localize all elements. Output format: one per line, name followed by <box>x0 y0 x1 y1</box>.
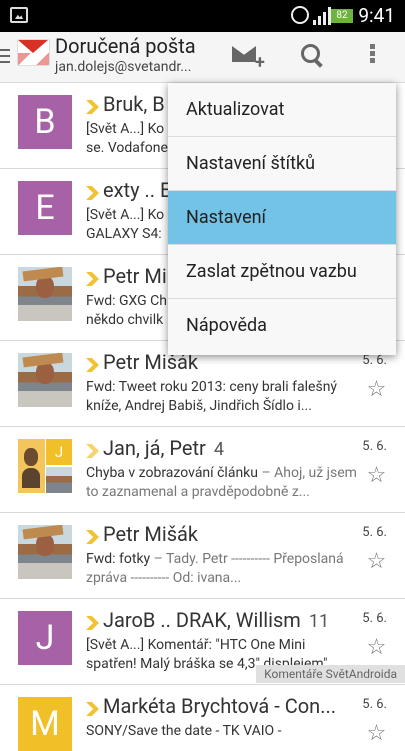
important-marker-icon <box>86 186 99 200</box>
overflow-menu-icon[interactable] <box>370 42 376 68</box>
email-sender: Jan, já, Petr 4 <box>103 436 224 460</box>
search-icon[interactable] <box>299 42 323 66</box>
email-date: 5. 6. <box>362 611 387 626</box>
important-marker-icon <box>86 358 99 372</box>
avatar <box>18 267 72 321</box>
avatar: J <box>18 439 72 493</box>
mailbox-title[interactable]: Doručená pošta <box>55 34 196 59</box>
email-sender: Petr Mi <box>103 264 167 288</box>
image-notification-icon <box>10 7 28 23</box>
important-marker-icon <box>86 444 99 458</box>
important-marker-icon <box>86 100 99 114</box>
label-chip: Komentáře SvětAndroida <box>256 665 405 683</box>
star-icon[interactable]: ☆ <box>366 637 387 659</box>
email-date: 5. 6. <box>362 697 387 712</box>
battery-icon: 82 <box>331 9 353 23</box>
star-icon[interactable]: ☆ <box>366 723 387 745</box>
navigation-menu-icon[interactable] <box>0 45 10 69</box>
menu-item-feedback[interactable]: Zaslat zpětnou vazbu <box>168 245 396 299</box>
avatar: M <box>18 697 72 751</box>
menu-item-help[interactable]: Nápověda <box>168 299 396 353</box>
email-sender: Petr Mišák <box>103 522 199 546</box>
important-marker-icon <box>86 702 99 716</box>
avatar <box>18 353 72 407</box>
avatar-photo <box>18 439 45 493</box>
star-icon[interactable]: ☆ <box>366 379 387 401</box>
email-row[interactable]: J Jan, já, Petr 4 5. 6. Chyba v zobrazová… <box>0 427 405 513</box>
mini-avatar: J <box>46 439 72 465</box>
email-date: 5. 6. <box>362 353 387 368</box>
email-date: 5. 6. <box>362 439 387 454</box>
email-row[interactable]: J JaroB .. DRAK, Willism 11 5. 6. [Svět A… <box>0 599 405 685</box>
email-row[interactable]: M Markéta Brychtová - Con... 5. 6. SONY/… <box>0 685 405 751</box>
gmail-action-bar: Doručená pošta jan.dolejs@svetandr... <box>0 32 405 83</box>
avatar <box>18 525 72 579</box>
email-date: 5. 6. <box>362 525 387 540</box>
important-marker-icon <box>86 616 99 630</box>
important-marker-icon <box>86 272 99 286</box>
status-bar: 82 9:41 <box>0 0 405 32</box>
menu-item-settings[interactable]: Nastavení <box>168 191 396 245</box>
email-row[interactable]: Petr Mišák 5. 6. Fwd: fotky – Tady. Petr… <box>0 513 405 599</box>
star-icon[interactable]: ☆ <box>366 465 387 487</box>
avatar: B <box>18 95 72 149</box>
important-marker-icon <box>86 530 99 544</box>
email-sender: Bruk, B <box>103 92 165 116</box>
email-snippet: Fwd: fotky – Tady. Petr ---------- Přepo… <box>86 551 344 586</box>
email-snippet: Chyba v zobrazování článku – Ahoj, už js… <box>86 465 357 500</box>
avatar: J <box>18 611 72 665</box>
avatar: E <box>18 181 72 235</box>
overflow-menu: Aktualizovat Nastavení štítků Nastavení … <box>168 83 396 355</box>
avatar-photo <box>46 467 72 493</box>
email-snippet: SONY/Save the date - TK VAIO - <box>86 723 282 739</box>
email-sender: Markéta Brychtová - Con... <box>103 694 337 718</box>
account-email[interactable]: jan.dolejs@svetandr... <box>55 58 191 76</box>
email-sender: exty .. E <box>103 178 172 202</box>
star-icon[interactable]: ☆ <box>366 551 387 573</box>
menu-item-label-settings[interactable]: Nastavení štítků <box>168 137 396 191</box>
compose-icon[interactable] <box>232 46 265 73</box>
alarm-icon <box>291 6 309 24</box>
signal-icon <box>313 7 331 25</box>
email-sender: JaroB .. DRAK, Willism 11 <box>103 608 330 632</box>
clock: 9:41 <box>358 4 395 27</box>
menu-item-refresh[interactable]: Aktualizovat <box>168 83 396 137</box>
email-snippet: Fwd: Tweet roku 2013: ceny brali falešný… <box>86 379 338 414</box>
gmail-logo-icon <box>17 39 50 66</box>
